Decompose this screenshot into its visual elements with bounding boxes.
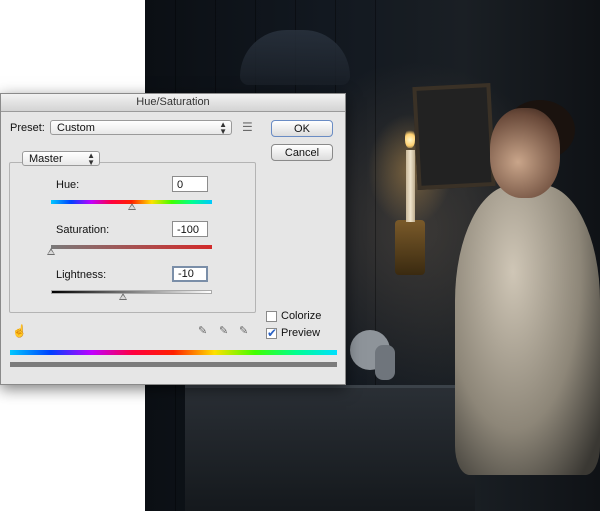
picture-frame <box>412 83 496 190</box>
select-arrows-icon: ▲ ▼ <box>87 151 95 167</box>
lightness-label: Lightness: <box>56 269 107 281</box>
preset-label: Preset: <box>10 122 45 134</box>
ok-button[interactable]: OK <box>271 120 333 137</box>
preset-select[interactable]: Custom ▲ ▼ <box>50 120 232 136</box>
lightness-slider-track[interactable] <box>51 290 212 294</box>
input-color-bar <box>10 350 337 355</box>
channel-value: Master <box>29 153 63 165</box>
channel-select[interactable]: Master ▲ ▼ <box>22 151 100 167</box>
table <box>185 385 475 511</box>
saturation-slider-track[interactable] <box>51 245 212 249</box>
lamp-shade <box>240 30 350 85</box>
eyedropper-plus-icon[interactable]: ✎ <box>219 324 228 337</box>
eyedropper-icon[interactable]: ✎ <box>198 324 207 337</box>
lightness-slider-thumb[interactable] <box>119 293 128 300</box>
lightness-input[interactable]: -10 <box>172 266 208 282</box>
colorize-checkbox[interactable] <box>266 311 277 322</box>
hue-slider-thumb[interactable] <box>127 203 136 210</box>
saturation-input[interactable]: -100 <box>172 221 208 237</box>
dialog-title[interactable]: Hue/Saturation <box>1 94 345 112</box>
preview-checkbox[interactable]: ✔ <box>266 326 278 340</box>
woman-figure <box>455 185 600 475</box>
preset-value: Custom <box>57 122 95 134</box>
output-color-bar <box>10 362 337 367</box>
jar <box>375 345 395 380</box>
candle <box>406 150 415 222</box>
list-icon[interactable]: ☰ <box>242 120 253 134</box>
woman-head <box>490 108 560 198</box>
candle-flame <box>405 128 415 148</box>
checkmark-icon: ✔ <box>267 326 278 340</box>
colorize-label: Colorize <box>281 310 322 322</box>
candle-holder <box>395 220 425 275</box>
select-arrows-icon: ▲ ▼ <box>219 120 227 136</box>
eyedropper-minus-icon[interactable]: ✎ <box>239 324 248 337</box>
saturation-slider-thumb[interactable] <box>47 248 55 255</box>
cancel-button[interactable]: Cancel <box>271 144 333 161</box>
hue-saturation-dialog: Hue/Saturation Preset: Custom ▲ ▼ ☰ OK Ca… <box>0 93 346 385</box>
hue-input[interactable]: 0 <box>172 176 208 192</box>
saturation-label: Saturation: <box>56 224 110 236</box>
hue-label: Hue: <box>56 179 80 191</box>
preview-label: Preview <box>281 327 321 339</box>
targeted-adjustment-icon[interactable]: ☝ <box>12 324 27 338</box>
